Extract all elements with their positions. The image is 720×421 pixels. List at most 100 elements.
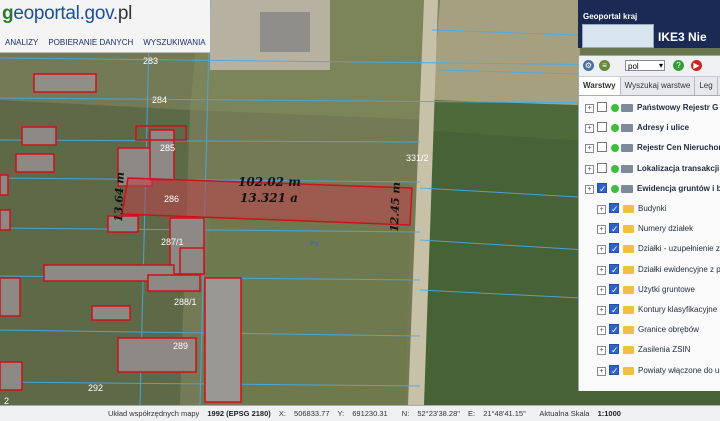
expand-icon[interactable]: + (597, 265, 606, 275)
expand-icon[interactable]: + (585, 184, 594, 194)
land-use-mark: Ps (310, 241, 319, 248)
parcel-number: 2 (4, 396, 9, 405)
settings-icon[interactable]: ⚙ (583, 60, 594, 71)
layer-label: Rejestr Cen Nieruchom (637, 143, 720, 153)
status-dot-icon (611, 184, 619, 193)
banner: Geoportal kraj IKE3 Nie (578, 0, 720, 48)
folder-icon (623, 265, 634, 274)
folder-icon (623, 245, 634, 254)
layer-label: Numery działek (638, 224, 694, 234)
layer-label: Ewidencja gruntów i b (637, 183, 720, 193)
layer-label: Budynki (638, 204, 667, 213)
parcel-number: 283 (143, 56, 158, 66)
layer-label: Kontury klasyfikacyjne (638, 305, 718, 314)
tab-warstwy[interactable]: Warstwy (579, 77, 621, 95)
layer-label: Zasilenia ZSIN (638, 345, 691, 355)
parcel-number: 284 (152, 95, 167, 105)
parcel-number: 288/1 (174, 297, 197, 307)
layer-checkbox[interactable] (597, 122, 607, 133)
layer-item[interactable]: + Działki ewidencyjne z p (579, 260, 720, 280)
layer-label: Adresy i ulice (637, 123, 690, 133)
panel-tabs: Warstwy Wyszukaj warstwe Leg (579, 77, 720, 96)
tab-wyszukaj-warstwe[interactable]: Wyszukaj warstwe (621, 77, 696, 95)
folder-icon (623, 326, 634, 335)
menu-analizy[interactable]: ANALIZY (0, 36, 43, 50)
language-select[interactable]: pol (625, 60, 665, 71)
layer-item[interactable]: + Kontury klasyfikacyjne (579, 300, 720, 320)
layer-checkbox[interactable] (609, 260, 619, 280)
banner-title: Geoportal kraj (583, 12, 638, 21)
wms-service-icon (621, 184, 633, 193)
status-dot-icon (611, 164, 619, 173)
layer-item[interactable]: + Ewidencja gruntów i b (579, 179, 720, 199)
expand-icon[interactable]: + (597, 346, 606, 356)
layer-item[interactable]: + Powiaty włączone do usł (579, 361, 720, 381)
latitude: 52°23'38.28" (417, 409, 460, 418)
status-dot-icon (611, 124, 619, 133)
expand-icon[interactable]: + (597, 205, 606, 214)
length-label: 102.02 m (238, 175, 301, 189)
layer-list: + Państwowy Rejestr G + Adresy i ulice + Reje… (579, 96, 720, 391)
layer-item[interactable]: + Budynki (579, 199, 720, 219)
layer-checkbox[interactable] (609, 199, 619, 219)
layer-item[interactable]: + Lokalizacja transakcji (579, 159, 720, 179)
layer-checkbox[interactable] (597, 102, 607, 112)
expand-icon[interactable]: + (585, 124, 594, 134)
layer-item[interactable]: + Państwowy Rejestr G (579, 98, 720, 118)
layer-checkbox[interactable] (609, 239, 619, 259)
expand-icon[interactable]: + (597, 306, 606, 315)
expand-icon[interactable]: + (585, 144, 594, 154)
layer-checkbox[interactable] (609, 320, 619, 340)
wms-service-icon (621, 104, 633, 112)
layer-checkbox[interactable] (597, 179, 607, 199)
folder-icon (623, 346, 634, 355)
parcel-number: 292 (88, 383, 103, 393)
y-coordinate: 691230.31 (352, 409, 388, 418)
layer-checkbox[interactable] (609, 300, 619, 320)
layer-item[interactable]: + Adresy i ulice (579, 118, 720, 138)
expand-icon[interactable]: + (597, 245, 606, 255)
banner-k3-label: IKE3 Nie (658, 30, 707, 44)
layer-label: Państwowy Rejestr G (637, 103, 719, 112)
menu-wyszukiwania[interactable]: WYSZUKIWANIA (138, 36, 210, 50)
layer-label: Granice obrębów (638, 325, 699, 335)
status-dot-icon (611, 104, 619, 112)
status-dot-icon (611, 144, 619, 153)
layer-checkbox[interactable] (609, 219, 619, 239)
layer-item[interactable]: + Rejestr Cen Nieruchom (579, 138, 720, 158)
width-label-left: 13.64 m (112, 172, 127, 222)
expand-icon[interactable]: + (585, 164, 594, 174)
layer-label: Powiaty włączone do usł (638, 365, 720, 375)
layer-checkbox[interactable] (597, 162, 607, 173)
layer-label: Działki ewidencyjne z p (638, 264, 720, 274)
youtube-icon[interactable]: ▶ (691, 60, 702, 71)
longitude: 21°48'41.15" (483, 409, 526, 418)
layer-checkbox[interactable] (609, 361, 619, 381)
width-label-right: 12.45 m (388, 182, 403, 232)
menu-pobieranie-danych[interactable]: POBIERANIE DANYCH (43, 36, 138, 50)
expand-icon[interactable]: + (597, 366, 606, 376)
layer-checkbox[interactable] (609, 280, 619, 300)
help-icon[interactable]: ? (673, 60, 684, 71)
expand-icon[interactable]: + (585, 104, 594, 113)
layer-item[interactable]: + Użytki gruntowe (579, 280, 720, 300)
crs-value: 1992 (EPSG 2180) (207, 409, 271, 418)
panel-toolbar: ⚙ ≡ pol ? ▶ (579, 56, 720, 77)
tab-legenda[interactable]: Leg (695, 77, 718, 95)
overview-map-thumbnail[interactable] (582, 24, 654, 48)
layer-checkbox[interactable] (609, 340, 619, 360)
layer-checkbox[interactable] (597, 142, 607, 153)
folder-icon (623, 366, 634, 375)
expand-icon[interactable]: + (597, 285, 606, 295)
expand-icon[interactable]: + (597, 326, 606, 336)
layer-label: Użytki gruntowe (638, 284, 695, 294)
layer-item[interactable]: + Zasilenia ZSIN (579, 340, 720, 360)
layer-item[interactable]: + Numery działek (579, 219, 720, 239)
layer-item[interactable]: + Działki - uzupełnienie z (579, 239, 720, 259)
layer-item[interactable]: + Granice obrębów (579, 320, 720, 340)
wms-service-icon (621, 124, 633, 133)
layers-icon[interactable]: ≡ (599, 60, 610, 71)
geoportal-logo[interactable]: geoportal.gov.pl (2, 3, 132, 25)
scale-label: Aktualna Skala (539, 409, 590, 418)
expand-icon[interactable]: + (597, 225, 606, 235)
